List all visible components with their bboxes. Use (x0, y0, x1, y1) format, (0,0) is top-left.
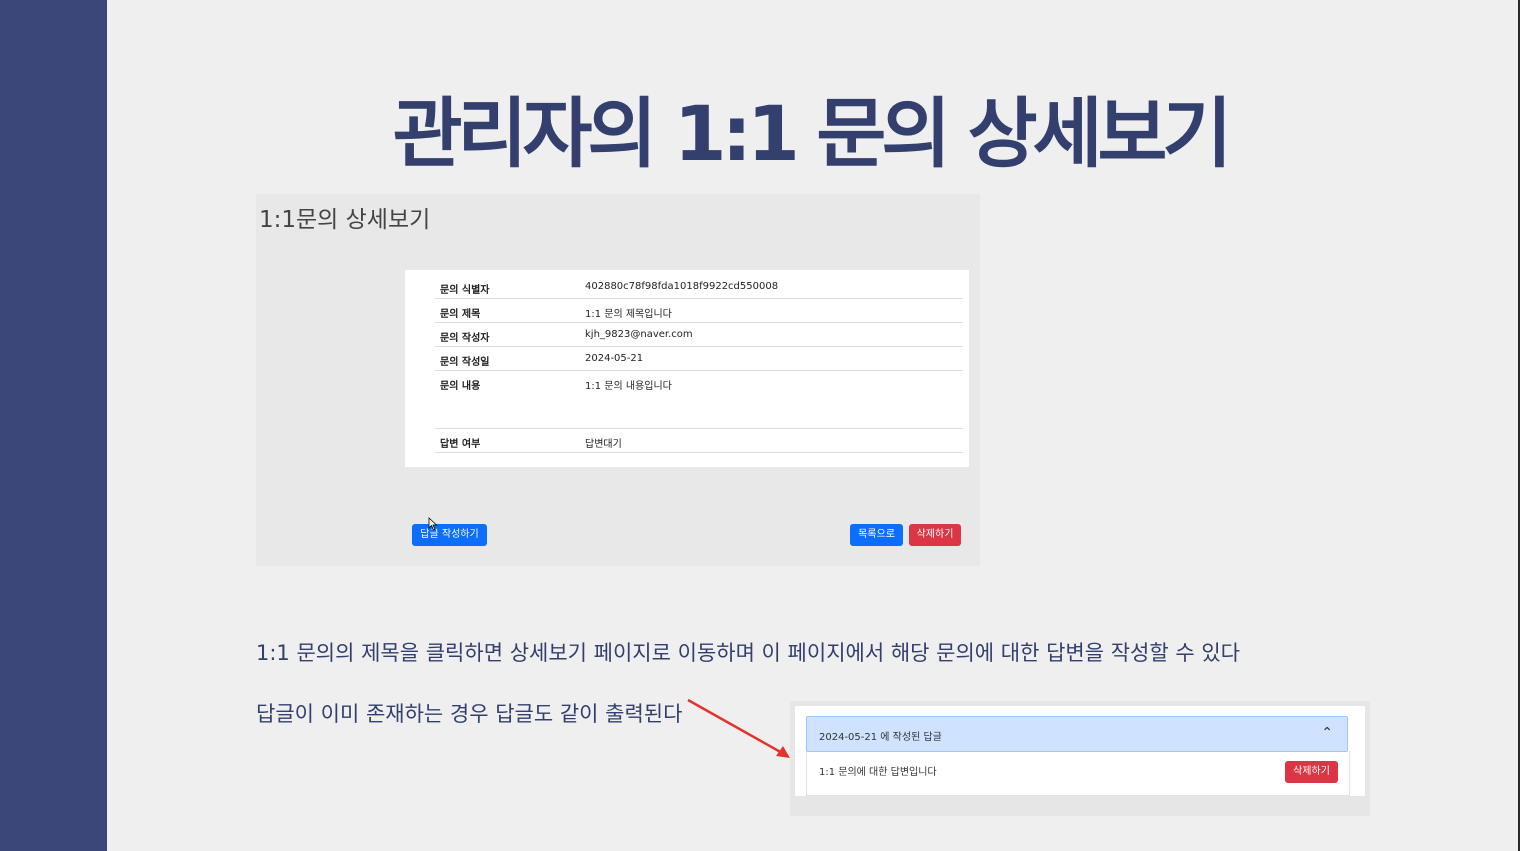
row-value: 2024-05-21 (585, 353, 644, 364)
reply-text: 1:1 문의에 대한 답변입니다 (819, 767, 937, 778)
table-row: 문의 내용 1:1 문의 내용입니다 (435, 371, 963, 429)
description-line-2: 답글이 이미 존재하는 경우 답글도 같이 출력된다 (256, 702, 683, 726)
row-label: 문의 작성일 (440, 357, 490, 368)
table-row: 문의 식별자 402880c78f98fda1018f9922cd550008 (435, 275, 963, 299)
detail-screenshot: 1:1문의 상세보기 문의 식별자 402880c78f98fda1018f99… (256, 194, 980, 566)
slide-title: 관리자의 1:1 문의 상세보기 (392, 89, 1233, 178)
back-to-list-button[interactable]: 목록으로 (850, 524, 903, 546)
mouse-cursor-icon (428, 517, 438, 531)
description-line-1: 1:1 문의의 제목을 클릭하면 상세보기 페이지로 이동하며 이 페이지에서 … (256, 641, 1241, 665)
reply-accordion-header[interactable]: 2024-05-21 에 작성된 답글 ⌃ (806, 716, 1348, 752)
table-row: 답변 여부 답변대기 (435, 429, 963, 453)
table-row: 문의 제목 1:1 문의 제목입니다 (435, 299, 963, 323)
page-title: 1:1문의 상세보기 (259, 207, 431, 233)
row-value: 402880c78f98fda1018f9922cd550008 (585, 281, 779, 292)
reply-accordion-body: 1:1 문의에 대한 답변입니다 삭제하기 (806, 751, 1350, 796)
left-sidebar-band (0, 0, 107, 851)
reply-date-label: 2024-05-21 에 작성된 답글 (819, 732, 942, 743)
red-arrow-icon (687, 698, 790, 758)
row-label: 문의 작성자 (440, 333, 490, 344)
row-value: kjh_9823@naver.com (585, 329, 693, 340)
row-value: 답변대기 (585, 439, 622, 450)
reply-delete-button[interactable]: 삭제하기 (1285, 761, 1338, 783)
row-label: 답변 여부 (440, 439, 481, 450)
row-label: 문의 내용 (440, 381, 481, 392)
row-label: 문의 식별자 (440, 285, 490, 296)
reply-screenshot: 2024-05-21 에 작성된 답글 ⌃ 1:1 문의에 대한 답변입니다 삭… (790, 701, 1370, 816)
delete-button[interactable]: 삭제하기 (909, 524, 961, 546)
reply-accordion: 2024-05-21 에 작성된 답글 ⌃ 1:1 문의에 대한 답변입니다 삭… (795, 706, 1365, 796)
row-value: 1:1 문의 내용입니다 (585, 381, 672, 392)
write-reply-button[interactable]: 답글 작성하기 (412, 524, 487, 546)
row-value: 1:1 문의 제목입니다 (585, 309, 672, 320)
table-row: 문의 작성자 kjh_9823@naver.com (435, 323, 963, 347)
chevron-up-icon[interactable]: ⌃ (1321, 725, 1333, 741)
table-row: 문의 작성일 2024-05-21 (435, 347, 963, 371)
detail-table: 문의 식별자 402880c78f98fda1018f9922cd550008 … (405, 270, 969, 467)
row-label: 문의 제목 (440, 309, 481, 320)
